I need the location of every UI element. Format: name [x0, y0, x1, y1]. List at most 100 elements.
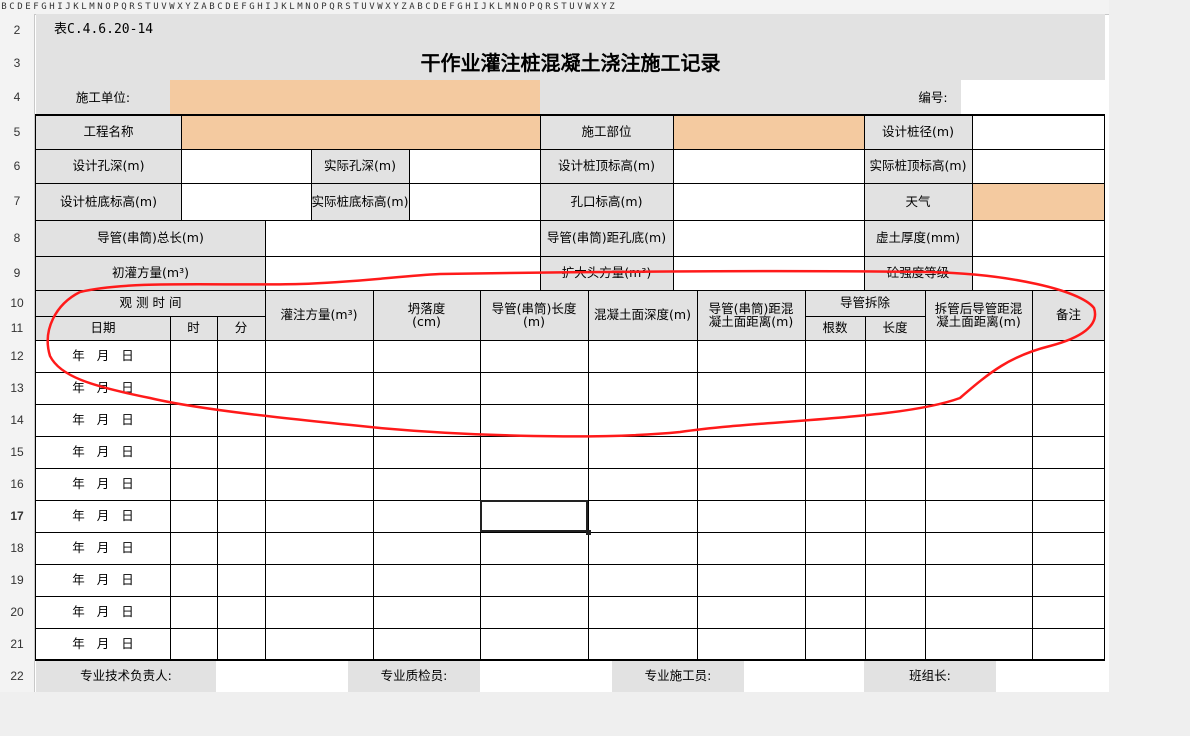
data-cell[interactable] — [373, 372, 480, 404]
input-cell[interactable] — [181, 183, 311, 220]
column-letter[interactable]: V — [368, 0, 376, 14]
column-letter[interactable]: D — [16, 0, 24, 14]
data-cell[interactable] — [265, 532, 373, 564]
column-letter[interactable]: L — [288, 0, 296, 14]
column-letter[interactable]: U — [152, 0, 160, 14]
column-letter[interactable]: Z — [192, 0, 200, 14]
row-number[interactable]: 8 — [0, 220, 34, 256]
column-letter[interactable]: U — [568, 0, 576, 14]
data-cell[interactable] — [1032, 596, 1105, 628]
data-cell[interactable] — [480, 372, 588, 404]
date-cell[interactable]: 年月日 — [36, 340, 170, 372]
date-cell[interactable]: 年月日 — [36, 436, 170, 468]
column-letter[interactable]: E — [440, 0, 448, 14]
data-cell[interactable] — [265, 500, 373, 532]
column-letter[interactable]: W — [376, 0, 384, 14]
column-letter[interactable]: I — [56, 0, 64, 14]
column-letter[interactable]: R — [336, 0, 344, 14]
column-letter[interactable]: P — [112, 0, 120, 14]
column-letter[interactable]: I — [472, 0, 480, 14]
data-cell[interactable] — [925, 468, 1032, 500]
column-letter[interactable]: D — [224, 0, 232, 14]
column-header-bar[interactable]: BCDEFGHIJKLMNOPQRSTUVWXYZABCDEFGHIJKLMNO… — [0, 0, 1109, 15]
column-letter[interactable]: L — [496, 0, 504, 14]
data-cell[interactable] — [265, 436, 373, 468]
data-cell[interactable] — [697, 372, 805, 404]
input-cell[interactable] — [409, 149, 540, 183]
column-letter[interactable]: Y — [184, 0, 192, 14]
row-number[interactable]: 7 — [0, 183, 34, 220]
data-cell[interactable] — [170, 628, 217, 660]
data-cell[interactable] — [1032, 500, 1105, 532]
input-cell[interactable] — [265, 256, 540, 290]
data-cell[interactable] — [1032, 436, 1105, 468]
data-cell[interactable] — [588, 628, 697, 660]
column-letter[interactable]: Y — [600, 0, 608, 14]
data-cell[interactable] — [170, 468, 217, 500]
signature-cell[interactable] — [996, 660, 1105, 692]
data-cell[interactable] — [217, 404, 265, 436]
row-number[interactable]: 11 — [0, 316, 34, 340]
row-number[interactable]: 5 — [0, 115, 34, 149]
data-cell[interactable] — [265, 628, 373, 660]
input-cell[interactable] — [972, 220, 1105, 256]
column-letter[interactable]: M — [504, 0, 512, 14]
date-cell[interactable]: 年月日 — [36, 500, 170, 532]
data-cell[interactable] — [265, 468, 373, 500]
input-cell[interactable] — [673, 183, 864, 220]
data-cell[interactable] — [805, 372, 865, 404]
data-cell[interactable] — [805, 404, 865, 436]
column-letter[interactable]: J — [272, 0, 280, 14]
data-cell[interactable] — [697, 564, 805, 596]
data-cell[interactable] — [265, 564, 373, 596]
column-letter[interactable]: E — [232, 0, 240, 14]
input-cell[interactable] — [409, 183, 540, 220]
column-letter[interactable]: B — [416, 0, 424, 14]
data-cell[interactable] — [1032, 372, 1105, 404]
input-cell[interactable] — [972, 149, 1105, 183]
data-cell[interactable] — [588, 596, 697, 628]
data-cell[interactable] — [170, 340, 217, 372]
column-letter[interactable]: O — [520, 0, 528, 14]
data-cell[interactable] — [588, 436, 697, 468]
data-cell[interactable] — [480, 596, 588, 628]
column-letter[interactable]: F — [448, 0, 456, 14]
row-number[interactable]: 9 — [0, 256, 34, 290]
construction-part-input[interactable] — [673, 115, 864, 149]
construction-unit-input[interactable] — [170, 80, 540, 115]
date-cell[interactable]: 年月日 — [36, 468, 170, 500]
data-cell[interactable] — [265, 404, 373, 436]
weather-input[interactable] — [972, 183, 1105, 220]
data-cell[interactable] — [265, 340, 373, 372]
data-cell[interactable] — [373, 436, 480, 468]
data-cell[interactable] — [925, 340, 1032, 372]
row-number[interactable]: 4 — [0, 80, 34, 115]
column-letter[interactable]: G — [456, 0, 464, 14]
data-cell[interactable] — [373, 468, 480, 500]
data-cell[interactable] — [265, 372, 373, 404]
column-letter[interactable]: S — [344, 0, 352, 14]
column-letter[interactable]: B — [208, 0, 216, 14]
data-cell[interactable] — [925, 500, 1032, 532]
column-letter[interactable]: D — [432, 0, 440, 14]
data-cell[interactable] — [373, 532, 480, 564]
data-cell[interactable] — [217, 436, 265, 468]
data-cell[interactable] — [925, 436, 1032, 468]
row-number[interactable]: 6 — [0, 149, 34, 183]
data-cell[interactable] — [1032, 564, 1105, 596]
column-letter[interactable]: I — [264, 0, 272, 14]
column-letter[interactable]: A — [200, 0, 208, 14]
column-letter[interactable]: S — [552, 0, 560, 14]
column-letter[interactable]: N — [96, 0, 104, 14]
data-cell[interactable] — [480, 564, 588, 596]
data-cell[interactable] — [697, 596, 805, 628]
data-cell[interactable] — [217, 596, 265, 628]
design-pile-diameter-input[interactable] — [972, 115, 1105, 149]
data-cell[interactable] — [925, 628, 1032, 660]
column-letter[interactable]: G — [248, 0, 256, 14]
data-cell[interactable] — [217, 500, 265, 532]
date-cell[interactable]: 年月日 — [36, 596, 170, 628]
column-letter[interactable]: E — [24, 0, 32, 14]
column-letter[interactable]: Q — [120, 0, 128, 14]
signature-cell[interactable] — [744, 660, 864, 692]
